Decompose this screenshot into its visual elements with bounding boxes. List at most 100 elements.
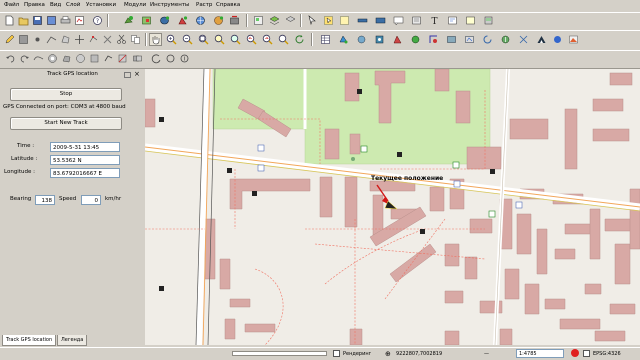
stop-button[interactable]: Stop (10, 88, 122, 101)
add-raster-layer-icon[interactable] (140, 14, 153, 27)
render-toggle-checkbox[interactable] (583, 350, 590, 357)
remove-layer-icon[interactable] (228, 14, 241, 27)
add-island-icon[interactable] (60, 52, 73, 65)
menu-tools[interactable]: Инструменты (150, 2, 189, 8)
simplify-icon[interactable] (32, 52, 45, 65)
menu-plugins[interactable]: Модули (124, 2, 146, 8)
move-feature-icon[interactable] (73, 33, 86, 46)
tab-track-gps[interactable]: Track GPS location (2, 335, 57, 346)
show-all-layers-icon[interactable] (268, 14, 281, 27)
layer-properties-icon[interactable] (337, 33, 350, 46)
plugin-tool-13-icon[interactable] (567, 33, 580, 46)
plugin-tool-1-icon[interactable] (355, 33, 368, 46)
menu-layer[interactable]: Слой (66, 2, 80, 8)
plugin-tool-7-icon[interactable] (463, 33, 476, 46)
delete-ring-icon[interactable] (74, 52, 87, 65)
zoom-next-icon[interactable] (261, 33, 274, 46)
capture-point-icon[interactable] (31, 33, 44, 46)
add-postgis-layer-icon[interactable] (158, 14, 171, 27)
render-checkbox[interactable] (333, 350, 340, 357)
reshape-icon[interactable] (102, 52, 115, 65)
new-project-icon[interactable] (3, 14, 16, 27)
identify-icon[interactable] (306, 14, 319, 27)
add-wfs-layer-icon[interactable] (212, 14, 225, 27)
print-icon[interactable] (59, 14, 72, 27)
select-features-icon[interactable] (322, 14, 335, 27)
rotate-label-icon[interactable] (150, 52, 163, 65)
start-new-track-button[interactable]: Start New Track (10, 117, 122, 130)
help-icon[interactable]: ? (91, 14, 104, 27)
menu-file[interactable]: Файл (4, 2, 19, 8)
map-tips-icon[interactable] (392, 14, 405, 27)
plugin-tool-10-icon[interactable] (517, 33, 530, 46)
refresh-icon[interactable] (293, 33, 306, 46)
menu-settings[interactable]: Установки (86, 2, 116, 8)
plugin-tool-4-icon[interactable] (409, 33, 422, 46)
plugin-tool-12-icon[interactable] (551, 33, 564, 46)
delete-part-icon[interactable] (88, 52, 101, 65)
plugin-tool-9-icon[interactable] (499, 33, 512, 46)
speed-field[interactable]: 0 (81, 195, 101, 205)
add-spatialite-layer-icon[interactable] (176, 14, 189, 27)
save-project-icon[interactable] (31, 14, 44, 27)
merge-features-icon[interactable] (131, 52, 144, 65)
dock-float-icon[interactable] (124, 72, 131, 78)
save-edits-icon[interactable] (17, 33, 30, 46)
new-bookmark-icon[interactable] (410, 14, 423, 27)
zoom-out-icon[interactable] (181, 33, 194, 46)
gps-tools-icon[interactable] (482, 14, 495, 27)
composer-icon[interactable] (73, 14, 86, 27)
save-as-icon[interactable] (45, 14, 58, 27)
open-project-icon[interactable] (17, 14, 30, 27)
hide-all-layers-icon[interactable] (284, 14, 297, 27)
text-annotation-icon[interactable]: T (428, 14, 441, 27)
zoom-to-layer-icon[interactable] (229, 33, 242, 46)
add-wms-layer-icon[interactable] (194, 14, 207, 27)
plugin-tool-2-icon[interactable] (373, 33, 386, 46)
copy-features-icon[interactable] (129, 33, 142, 46)
attribute-table-icon[interactable] (319, 33, 332, 46)
toggle-editing-icon[interactable] (3, 33, 16, 46)
tab-legend[interactable]: Легенда (57, 335, 88, 346)
redo-icon[interactable] (18, 52, 31, 65)
plugin-tool-8-icon[interactable] (481, 33, 494, 46)
plugin-tool-6-icon[interactable] (445, 33, 458, 46)
measure-area-icon[interactable] (374, 14, 387, 27)
capture-polygon-icon[interactable] (59, 33, 72, 46)
zoom-in-icon[interactable] (165, 33, 178, 46)
add-ring-icon[interactable] (46, 52, 59, 65)
plugin-tool-5-icon[interactable] (427, 33, 440, 46)
bearing-field[interactable]: 138 (35, 195, 55, 205)
projection-label[interactable]: EPSG:4326 (593, 349, 621, 359)
map-canvas[interactable]: Текущее положение (145, 69, 640, 345)
cut-features-icon[interactable] (115, 33, 128, 46)
delete-selected-icon[interactable] (101, 33, 114, 46)
zoom-last-icon[interactable] (245, 33, 258, 46)
plugin-tool-3-icon[interactable] (391, 33, 404, 46)
measure-line-icon[interactable] (356, 14, 369, 27)
zoom-actual-size-icon[interactable] (277, 33, 290, 46)
scale-field[interactable]: 1:4785 (516, 349, 564, 358)
zoom-full-icon[interactable] (197, 33, 210, 46)
latitude-field[interactable]: 53.5362 N (50, 155, 120, 165)
pan-map-icon[interactable] (149, 33, 162, 46)
stop-render-icon[interactable] (571, 349, 579, 357)
split-features-icon[interactable] (116, 52, 129, 65)
form-annotation-icon[interactable] (446, 14, 459, 27)
menu-edit[interactable]: Правка (24, 2, 45, 8)
zoom-to-selection-icon[interactable] (213, 33, 226, 46)
overview-toggle-icon[interactable] (252, 14, 265, 27)
capture-line-icon[interactable] (45, 33, 58, 46)
time-field[interactable]: 2009-5-31 13:45 (50, 142, 120, 152)
dock-close-icon[interactable]: × (134, 70, 140, 78)
menu-view[interactable]: Вид (50, 2, 61, 8)
menu-help[interactable]: Справка (216, 2, 240, 8)
longitude-field[interactable]: 83.6792016667 E (50, 168, 120, 178)
move-label-icon[interactable] (164, 52, 177, 65)
deselect-icon[interactable] (338, 14, 351, 27)
menu-raster[interactable]: Растр (196, 2, 212, 8)
move-annotation-icon[interactable] (464, 14, 477, 27)
plugin-tool-11-icon[interactable] (535, 33, 548, 46)
add-vector-layer-icon[interactable] (122, 14, 135, 27)
map-svg[interactable] (145, 69, 640, 345)
